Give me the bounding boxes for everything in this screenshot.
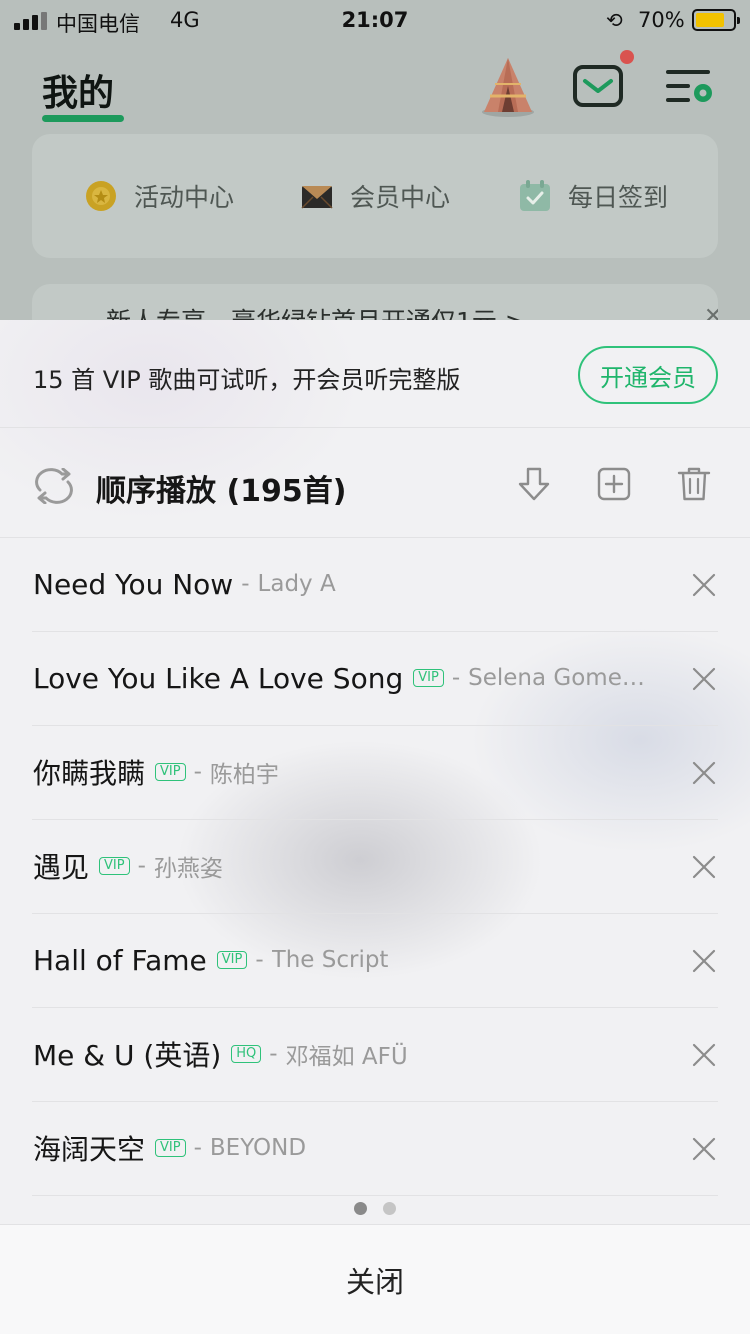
- quick-action-label: 每日签到: [568, 183, 669, 212]
- remove-song-icon[interactable]: [692, 667, 716, 691]
- title-underline: [42, 115, 124, 122]
- song-title: 你瞒我瞒: [33, 757, 146, 790]
- envelope-icon: [301, 186, 333, 209]
- settings-menu-icon[interactable]: [666, 66, 714, 106]
- quick-action-activity[interactable]: 活动中心: [84, 174, 234, 218]
- song-title: 遇见: [33, 851, 90, 884]
- calendar-check-icon: [520, 180, 550, 211]
- playlist-sheet: 15 首 VIP 歌曲可试听，开会员听完整版 开通会员 顺序播放 (195首): [0, 320, 750, 1334]
- song-artist: 邓福如 AFÜ: [285, 1044, 408, 1070]
- vip-badge: VIP: [99, 857, 130, 875]
- song-row[interactable]: 遇见 VIP - 孙燕姿: [0, 820, 750, 914]
- song-row[interactable]: 你瞒我瞒 VIP - 陈柏宇: [0, 726, 750, 820]
- quick-action-label: 会员中心: [350, 183, 451, 212]
- remove-song-icon[interactable]: [692, 573, 716, 597]
- page-title[interactable]: 我的: [42, 64, 114, 116]
- rotation-lock-icon: ⟲: [606, 8, 623, 32]
- song-row[interactable]: Me & U (英语) HQ - 邓福如 AFÜ: [0, 1008, 750, 1102]
- song-title: Me & U (英语): [33, 1039, 222, 1072]
- battery-percent: 70%: [638, 8, 685, 32]
- song-artist: 孙燕姿: [153, 856, 223, 882]
- song-row[interactable]: Love You Like A Love Song VIP - Selena G…: [0, 632, 750, 726]
- song-artist: The Script: [271, 947, 389, 973]
- vip-notice-bar: 15 首 VIP 歌曲可试听，开会员听完整版 开通会员: [0, 320, 750, 428]
- remove-song-icon[interactable]: [692, 1137, 716, 1161]
- song-separator: -: [255, 947, 264, 973]
- mail-icon[interactable]: [573, 65, 623, 107]
- song-separator: -: [269, 1041, 278, 1067]
- add-to-playlist-icon[interactable]: [596, 466, 632, 502]
- quick-action-membership[interactable]: 会员中心: [300, 174, 450, 218]
- battery-icon: [692, 9, 740, 31]
- song-separator: -: [193, 759, 202, 785]
- song-artist: BEYOND: [209, 1135, 307, 1161]
- vip-badge: VIP: [413, 669, 444, 687]
- tent-icon[interactable]: [478, 56, 538, 118]
- play-mode-bar: 顺序播放 (195首): [0, 428, 750, 538]
- song-row[interactable]: Need You Now - Lady A: [0, 538, 750, 632]
- song-separator: -: [137, 853, 146, 879]
- song-artist: Selena Gomez...: [468, 665, 650, 691]
- song-list: Need You Now - Lady A Love You Like A Lo…: [0, 538, 750, 1196]
- remove-song-icon[interactable]: [692, 1043, 716, 1067]
- song-artist: 陈柏宇: [209, 762, 279, 788]
- play-mode-label[interactable]: 顺序播放 (195首): [96, 466, 347, 510]
- remove-song-icon[interactable]: [692, 761, 716, 785]
- song-row[interactable]: Hall of Fame VIP - The Script: [0, 914, 750, 1008]
- status-bar: 中国电信 4G 21:07 ⟲ 70%: [0, 0, 750, 42]
- vip-badge: VIP: [155, 763, 186, 781]
- repeat-icon[interactable]: [32, 468, 76, 504]
- download-icon[interactable]: [516, 466, 552, 502]
- song-separator: -: [451, 665, 461, 691]
- close-button[interactable]: 关闭: [0, 1224, 750, 1334]
- page-dot-active[interactable]: [354, 1202, 367, 1215]
- song-title: Hall of Fame: [33, 943, 207, 977]
- song-separator: -: [193, 1135, 202, 1161]
- song-title: 海阔天空: [33, 1133, 146, 1166]
- notification-dot: [620, 50, 634, 64]
- quick-action-label: 活动中心: [134, 183, 235, 212]
- background-app: 中国电信 4G 21:07 ⟲ 70% 我的 活动中心 会员中心 每日签到 ✕: [0, 0, 750, 344]
- vip-badge: VIP: [216, 951, 248, 969]
- coin-icon: [86, 181, 116, 211]
- quick-action-checkin[interactable]: 每日签到: [518, 174, 668, 218]
- vip-notice-text: 15 首 VIP 歌曲可试听，开会员听完整版: [33, 366, 461, 394]
- trash-icon[interactable]: [676, 466, 712, 502]
- open-membership-button[interactable]: 开通会员: [578, 346, 718, 404]
- remove-song-icon[interactable]: [692, 855, 716, 879]
- song-title: Love You Like A Love Song: [33, 661, 404, 695]
- song-title: Need You Now: [33, 567, 234, 601]
- quick-actions-card: 活动中心 会员中心 每日签到: [32, 134, 718, 258]
- song-artist: Lady A: [257, 571, 336, 597]
- page-indicator: [0, 1200, 750, 1216]
- vip-badge: VIP: [155, 1139, 186, 1157]
- hq-badge: HQ: [231, 1045, 262, 1063]
- song-row[interactable]: 海阔天空 VIP - BEYOND: [0, 1102, 750, 1196]
- page-dot[interactable]: [383, 1202, 396, 1215]
- song-separator: -: [241, 571, 250, 597]
- remove-song-icon[interactable]: [692, 949, 716, 973]
